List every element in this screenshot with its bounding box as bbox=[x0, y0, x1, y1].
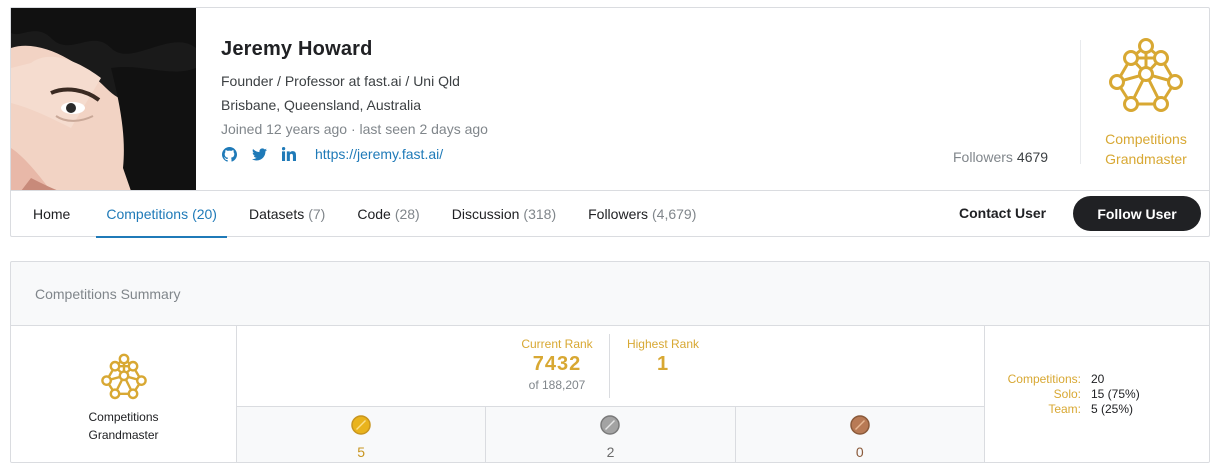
competitions-summary: Competitions Summary Competitions Grandm… bbox=[10, 261, 1210, 463]
bronze-medal-icon bbox=[850, 415, 870, 435]
tab-count: (318) bbox=[523, 206, 557, 222]
silver-medal-count: 2 bbox=[606, 444, 615, 460]
profile-name: Jeremy Howard bbox=[221, 38, 373, 60]
tier-badge: Competitions Grandmaster bbox=[1101, 36, 1191, 169]
bronze-medal-cell: 0 bbox=[736, 407, 984, 462]
tab-label: Followers bbox=[588, 206, 649, 222]
tab-count: (28) bbox=[394, 206, 420, 222]
stats-key: Competitions: bbox=[1007, 372, 1081, 386]
summary-stats: Competitions: 20 Solo: 15 (75%) Team: 5 … bbox=[984, 326, 1209, 462]
gold-medal-icon bbox=[351, 415, 371, 435]
silver-medal-cell: 2 bbox=[486, 407, 736, 462]
summary-title: Competitions Summary bbox=[35, 286, 181, 302]
summary-body: Competitions Grandmaster Current Rank 74… bbox=[11, 325, 1209, 462]
homepage-link[interactable]: https://jeremy.fast.ai/ bbox=[315, 146, 443, 162]
rank-row: Current Rank 7432 of 188,207 Highest Ran… bbox=[237, 326, 984, 406]
stats-row: Team: 5 (25%) bbox=[985, 402, 1209, 417]
grandmaster-icon bbox=[1109, 38, 1183, 112]
stats-row: Solo: 15 (75%) bbox=[985, 387, 1209, 402]
profile-info: Jeremy Howard Founder / Professor at fas… bbox=[221, 38, 488, 162]
tab-count: (7) bbox=[308, 206, 326, 222]
stats-table: Competitions: 20 Solo: 15 (75%) Team: 5 … bbox=[985, 372, 1209, 417]
stats-value: 20 bbox=[1091, 372, 1105, 386]
silver-medal-icon bbox=[600, 415, 621, 435]
profile-bio: Founder / Professor at fast.ai / Uni Qld bbox=[221, 73, 460, 89]
contact-user-button[interactable]: Contact User bbox=[959, 205, 1046, 221]
followers-stat[interactable]: Followers 4679 bbox=[953, 149, 1048, 165]
current-rank-value: 7432 bbox=[532, 353, 582, 375]
summary-tier-line2: Grandmaster bbox=[88, 428, 159, 442]
tab-label: Discussion bbox=[451, 206, 520, 222]
current-rank-label: Current Rank bbox=[521, 337, 593, 351]
stats-row: Competitions: 20 bbox=[985, 372, 1209, 387]
profile-joined: Joined 12 years ago · last seen 2 days a… bbox=[221, 121, 488, 137]
current-rank-of: of 188,207 bbox=[528, 378, 586, 392]
highest-rank-label: Highest Rank bbox=[626, 337, 700, 351]
highest-rank: Highest Rank 1 bbox=[613, 337, 713, 376]
tab-home[interactable]: Home bbox=[23, 191, 84, 237]
bronze-medal-count: 0 bbox=[855, 444, 864, 460]
tab-followers[interactable]: Followers (4,679) bbox=[578, 191, 706, 237]
summary-tier: Competitions Grandmaster bbox=[11, 326, 237, 462]
tier-label: Competitions Grandmaster bbox=[1105, 131, 1187, 167]
avatar[interactable] bbox=[11, 8, 196, 191]
tab-discussion[interactable]: Discussion (318) bbox=[442, 191, 566, 237]
linkedin-icon[interactable] bbox=[281, 146, 297, 162]
twitter-icon[interactable] bbox=[251, 146, 267, 162]
summary-rank: Current Rank 7432 of 188,207 Highest Ran… bbox=[237, 326, 984, 462]
current-rank: Current Rank 7432 of 188,207 bbox=[507, 337, 607, 392]
stats-key: Team: bbox=[1048, 402, 1081, 416]
stats-value: 15 (75%) bbox=[1091, 387, 1140, 401]
tab-label: Home bbox=[33, 206, 71, 222]
follow-user-button[interactable]: Follow User bbox=[1073, 196, 1201, 231]
gold-medal-cell: 5 bbox=[237, 407, 487, 462]
followers-count: 4679 bbox=[1016, 149, 1049, 165]
stats-key: Solo: bbox=[1053, 387, 1081, 401]
tab-label: Datasets bbox=[248, 206, 305, 222]
divider bbox=[1080, 40, 1081, 164]
tab-count: (4,679) bbox=[652, 206, 697, 222]
tab-label: Code bbox=[357, 206, 391, 222]
tab-competitions[interactable]: Competitions (20) bbox=[96, 191, 227, 238]
medal-row: 5 2 0 bbox=[237, 406, 984, 462]
tab-code[interactable]: Code (28) bbox=[347, 191, 429, 237]
profile-header: Jeremy Howard Founder / Professor at fas… bbox=[10, 7, 1210, 238]
followers-label: Followers bbox=[953, 149, 1013, 165]
tab-count: (20) bbox=[192, 206, 217, 222]
profile-location: Brisbane, Queensland, Australia bbox=[221, 97, 422, 113]
summary-tier-line1: Competitions bbox=[88, 410, 159, 424]
github-icon[interactable] bbox=[221, 146, 237, 162]
tab-label: Competitions bbox=[106, 206, 189, 222]
profile-tabs: Home Competitions (20) Datasets (7) Code (2… bbox=[11, 191, 706, 238]
stats-value: 5 (25%) bbox=[1091, 402, 1134, 416]
gold-medal-count: 5 bbox=[357, 444, 366, 460]
profile-links: https://jeremy.fast.ai/ bbox=[221, 146, 488, 162]
grandmaster-icon bbox=[100, 353, 147, 400]
tab-datasets[interactable]: Datasets (7) bbox=[239, 191, 335, 237]
highest-rank-value: 1 bbox=[656, 353, 670, 375]
divider bbox=[609, 334, 610, 398]
